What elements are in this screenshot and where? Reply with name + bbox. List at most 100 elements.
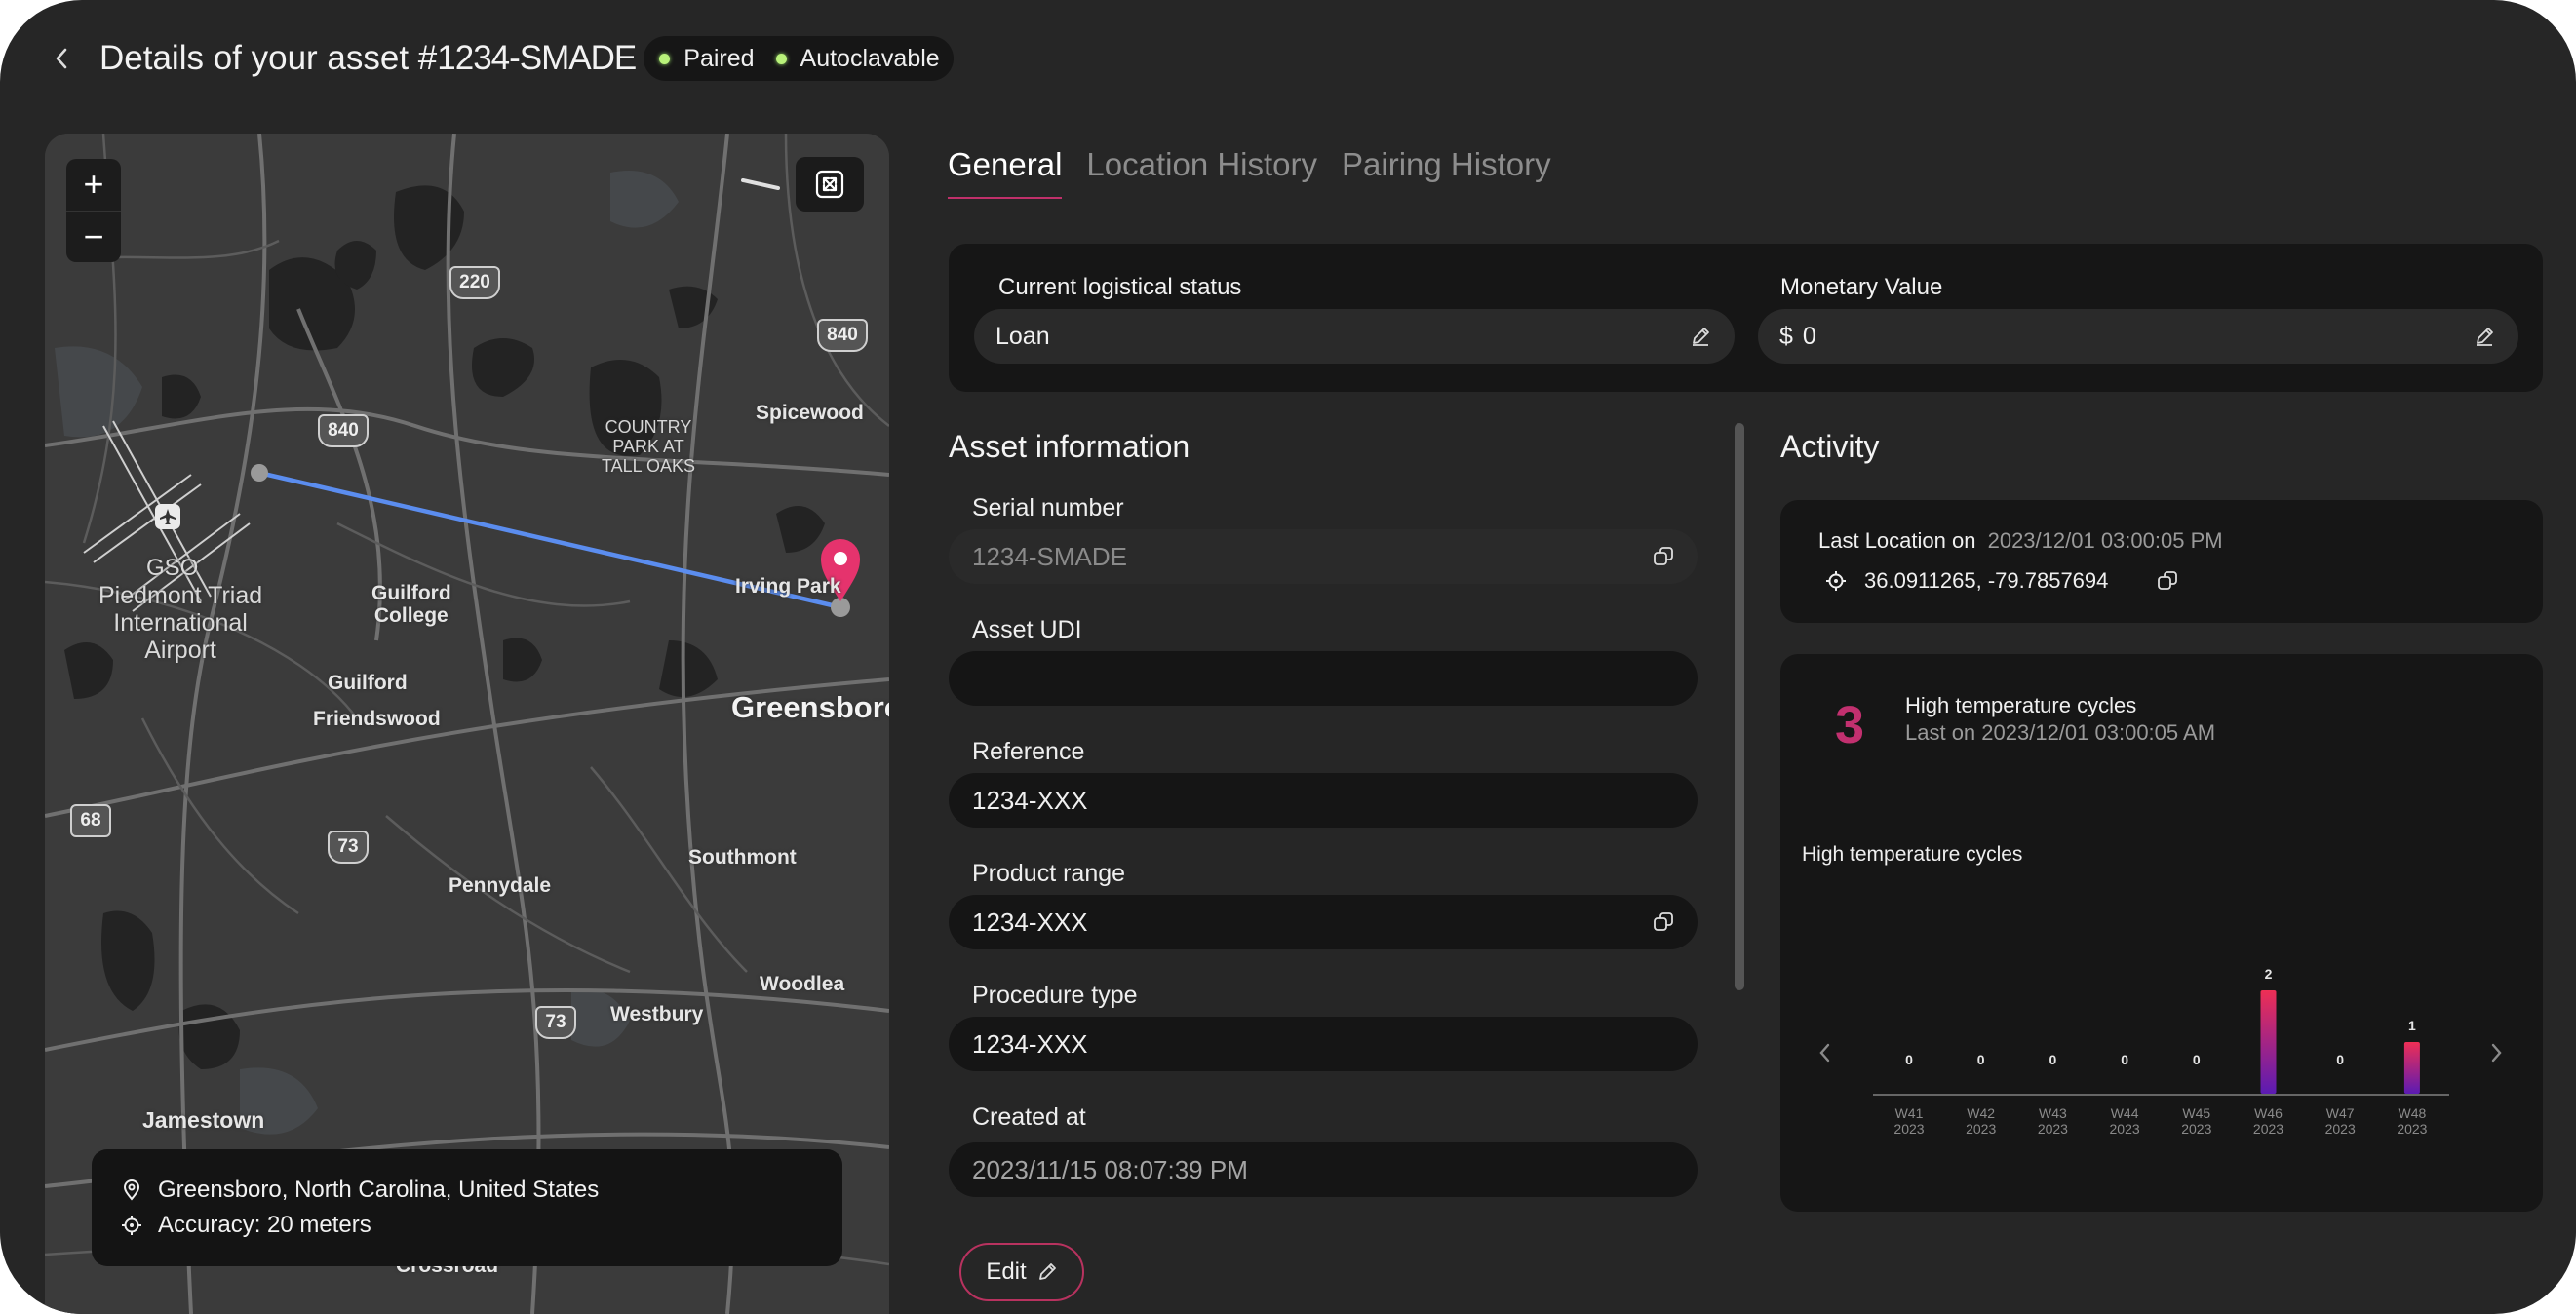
copy-icon[interactable] bbox=[2157, 570, 2178, 592]
chart-title: High temperature cycles bbox=[1802, 843, 2023, 866]
location-row: Greensboro, North Carolina, United State… bbox=[121, 1173, 842, 1208]
edit-button[interactable]: Edit bbox=[959, 1243, 1084, 1301]
tab-location-history[interactable]: Location History bbox=[1086, 146, 1317, 199]
reference-value: 1234-XXX bbox=[972, 785, 1088, 815]
high-temp-bar-chart: 0W4120230W4220230W4320230W4420230W452023… bbox=[1873, 966, 2449, 1137]
created-at-field[interactable]: 2023/11/15 08:07:39 PM bbox=[949, 1142, 1698, 1197]
monetary-value-label: Monetary Value bbox=[1780, 274, 1943, 300]
logistical-status-label: Current logistical status bbox=[998, 274, 1242, 300]
chart-value-label: 2 bbox=[2265, 966, 2273, 982]
monetary-value-field[interactable]: $ 0 bbox=[1758, 309, 2518, 364]
map-label-irving-park: Irving Park bbox=[735, 575, 841, 598]
last-location-label: Last Location on bbox=[1818, 528, 1976, 553]
procedure-type-value: 1234-XXX bbox=[972, 1028, 1088, 1059]
asset-info-scrollbar[interactable] bbox=[1735, 423, 1744, 990]
serial-number-field[interactable]: 1234-SMADE bbox=[949, 529, 1698, 584]
status-badges: Paired Autoclavable bbox=[644, 36, 954, 81]
activity-title: Activity bbox=[1780, 429, 1880, 464]
page-title: Details of your asset #1234-SMADE bbox=[99, 39, 637, 78]
chart-value-label: 0 bbox=[2193, 1052, 2201, 1067]
copy-icon[interactable] bbox=[1653, 911, 1674, 933]
logistical-status-value: Loan bbox=[995, 322, 1050, 350]
expand-icon bbox=[815, 170, 844, 199]
procedure-type-label: Procedure type bbox=[972, 982, 1138, 1009]
edit-pencil-icon[interactable] bbox=[1690, 326, 1711, 347]
map-pin-icon bbox=[123, 1179, 140, 1201]
map-location-info: Greensboro, North Carolina, United State… bbox=[92, 1149, 842, 1266]
map-label-westbury: Westbury bbox=[610, 1003, 704, 1025]
asset-udi-label: Asset UDI bbox=[972, 616, 1082, 643]
created-at-label: Created at bbox=[972, 1103, 1086, 1131]
crosshair-icon bbox=[122, 1216, 141, 1235]
chart-tick-year-label: 2023 bbox=[2325, 1121, 2356, 1137]
zoom-in-button[interactable]: + bbox=[66, 159, 121, 212]
coordinates-value: 36.0911265, -79.7857694 bbox=[1864, 568, 2109, 593]
map-label-woodlea: Woodlea bbox=[760, 973, 845, 995]
monetary-value: 0 bbox=[1802, 322, 1816, 350]
product-range-label: Product range bbox=[972, 860, 1126, 887]
map-label-jamestown: Jamestown bbox=[142, 1107, 265, 1133]
coordinates-row: 36.0911265, -79.7857694 bbox=[1825, 568, 2178, 594]
fullscreen-button[interactable] bbox=[796, 157, 864, 212]
accuracy-text: Accuracy: 20 meters bbox=[158, 1212, 371, 1238]
page-title-text: Details of your asset # bbox=[99, 39, 438, 77]
edit-pencil-icon[interactable] bbox=[2474, 326, 2495, 347]
chart-value-label: 1 bbox=[2408, 1018, 2416, 1033]
map-label-airport-code: GSO bbox=[146, 555, 199, 581]
highway-shield-73: 73 bbox=[535, 1006, 576, 1039]
chart-value-label: 0 bbox=[1977, 1052, 1985, 1067]
autoclavable-badge: Autoclavable bbox=[775, 44, 940, 73]
chart-tick-year-label: 2023 bbox=[2110, 1121, 2140, 1137]
logistical-status-field[interactable]: Loan bbox=[974, 309, 1735, 364]
compass-icon[interactable] bbox=[741, 174, 780, 194]
chart-tick-label: W46 bbox=[2254, 1105, 2283, 1121]
asset-udi-field[interactable] bbox=[949, 651, 1698, 706]
high-temp-title: High temperature cycles bbox=[1905, 693, 2137, 717]
page-header: Details of your asset #1234-SMADE Paired… bbox=[49, 31, 954, 86]
reference-label: Reference bbox=[972, 738, 1085, 765]
chart-next-button[interactable] bbox=[2489, 1038, 2503, 1071]
chart-tick-label: W48 bbox=[2399, 1105, 2427, 1121]
map-label-friendswood: Friendswood bbox=[313, 708, 441, 730]
autoclavable-badge-label: Autoclavable bbox=[800, 44, 940, 72]
edit-pencil-icon bbox=[1038, 1263, 1056, 1280]
chart-tick-label: W44 bbox=[2111, 1105, 2139, 1121]
back-button[interactable] bbox=[49, 31, 74, 86]
paired-badge: Paired bbox=[659, 44, 755, 73]
chart-bar[interactable] bbox=[2403, 1042, 2420, 1094]
tab-pairing-history[interactable]: Pairing History bbox=[1342, 146, 1551, 199]
zoom-control: + − bbox=[66, 159, 121, 262]
chevron-left-icon bbox=[56, 48, 67, 69]
chart-tick-year-label: 2023 bbox=[1893, 1121, 1924, 1137]
app-window: Details of your asset #1234-SMADE Paired… bbox=[0, 0, 2576, 1314]
crosshair-icon bbox=[1826, 571, 1846, 591]
high-temp-count: 3 bbox=[1835, 696, 1865, 754]
highway-shield-840: 840 bbox=[318, 414, 369, 447]
highway-shield-220: 220 bbox=[449, 266, 500, 299]
chart-tick-year-label: 2023 bbox=[2253, 1121, 2283, 1137]
chart-bar[interactable] bbox=[2260, 990, 2277, 1094]
location-text: Greensboro, North Carolina, United State… bbox=[158, 1177, 600, 1203]
tab-general[interactable]: General bbox=[948, 146, 1063, 199]
map-label-southmont: Southmont bbox=[688, 846, 797, 869]
last-location-date: 2023/12/01 03:00:05 PM bbox=[1987, 528, 2223, 553]
detail-tabs: General Location History Pairing History bbox=[948, 146, 1576, 199]
procedure-type-field[interactable]: 1234-XXX bbox=[949, 1017, 1698, 1071]
product-range-field[interactable]: 1234-XXX bbox=[949, 895, 1698, 949]
chart-tick-year-label: 2023 bbox=[2397, 1121, 2427, 1137]
chart-tick-year-label: 2023 bbox=[2181, 1121, 2211, 1137]
map-view[interactable]: Spicewood COUNTRY PARK AT TALL OAKS GSO … bbox=[45, 134, 889, 1314]
chart-tick-label: W41 bbox=[1895, 1105, 1924, 1121]
highway-shield-68: 68 bbox=[70, 804, 111, 837]
zoom-out-button[interactable]: − bbox=[66, 212, 121, 263]
reference-field[interactable]: 1234-XXX bbox=[949, 773, 1698, 828]
last-location-heading: Last Location on 2023/12/01 03:00:05 PM bbox=[1818, 528, 2223, 554]
paired-badge-label: Paired bbox=[683, 44, 755, 72]
serial-number-label: Serial number bbox=[972, 494, 1124, 522]
product-range-value: 1234-XXX bbox=[972, 907, 1088, 937]
map-label-airport: Piedmont Triad International Airport bbox=[98, 582, 263, 664]
status-dot-icon bbox=[775, 53, 787, 64]
accuracy-row: Accuracy: 20 meters bbox=[121, 1208, 842, 1243]
copy-icon[interactable] bbox=[1653, 546, 1674, 567]
highway-shield-73: 73 bbox=[328, 831, 369, 864]
